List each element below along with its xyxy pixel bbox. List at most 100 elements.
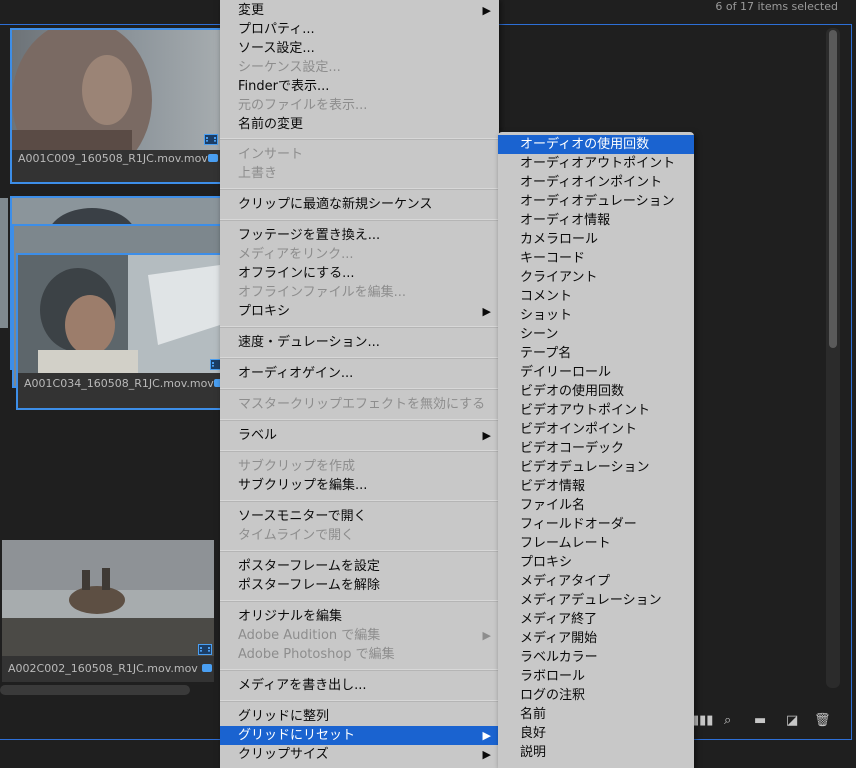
- video-clip-icon: [204, 134, 218, 145]
- submenu-item[interactable]: オーディオ情報: [498, 211, 694, 230]
- menu-item-proxy[interactable]: プロキシ ▶: [220, 302, 499, 321]
- menu-item-label: クリップサイズ: [238, 747, 329, 762]
- menu-item-open-in-source-monitor[interactable]: ソースモニターで開く: [220, 507, 499, 526]
- menu-item-modify[interactable]: 変更 ▶: [220, 1, 499, 20]
- search-icon[interactable]: ⌕: [724, 713, 731, 728]
- trash-icon[interactable]: 🗑: [814, 713, 831, 728]
- submenu-item[interactable]: カメラロール: [498, 230, 694, 249]
- clip-thumbnail-1[interactable]: A001C009_160508_R1JC.mov.mov: [10, 28, 222, 184]
- submenu-item[interactable]: ビデオデュレーション: [498, 458, 694, 477]
- menu-separator: [220, 500, 499, 502]
- clip-thumbnail-2[interactable]: A001C034_160508_R1JC.mov.mov: [16, 253, 222, 410]
- submenu-item[interactable]: ショット: [498, 306, 694, 325]
- menu-item-label: ソース設定...: [238, 41, 315, 56]
- submenu-item[interactable]: ログの注釈: [498, 686, 694, 705]
- submenu-item[interactable]: メディアデュレーション: [498, 591, 694, 610]
- clip-thumbnail-3[interactable]: A002C002_160508_R1JC.mov.mov: [2, 540, 214, 682]
- menu-item-edit-in-audition: Adobe Audition で編集 ▶: [220, 626, 499, 645]
- menu-item-reveal-original: 元のファイルを表示...: [220, 96, 499, 115]
- menu-item-make-offline[interactable]: オフラインにする...: [220, 264, 499, 283]
- submenu-item[interactable]: キーコード: [498, 249, 694, 268]
- menu-item-label: サブクリップを編集...: [238, 478, 368, 493]
- submenu-item[interactable]: オーディオアウトポイント: [498, 154, 694, 173]
- menu-item-label: 名前の変更: [238, 117, 304, 132]
- menu-item-clip-size[interactable]: クリップサイズ ▶: [220, 745, 499, 764]
- submenu-item[interactable]: ビデオアウトポイント: [498, 401, 694, 420]
- new-item-icon[interactable]: ◪: [786, 713, 798, 728]
- submenu-item[interactable]: デイリーロール: [498, 363, 694, 382]
- submenu-item[interactable]: ビデオの使用回数: [498, 382, 694, 401]
- menu-item-label: タイムラインで開く: [238, 528, 355, 543]
- menu-item-label: ソースモニターで開く: [238, 509, 367, 524]
- submenu-item[interactable]: シーン: [498, 325, 694, 344]
- menu-item-label-submenu[interactable]: ラベル ▶: [220, 426, 499, 445]
- video-clip-icon: [210, 359, 220, 370]
- menu-item-label: Finderで表示...: [238, 79, 330, 94]
- menu-item-open-in-timeline: タイムラインで開く: [220, 526, 499, 545]
- menu-item-clear-poster-frame[interactable]: ポスターフレームを解除: [220, 576, 499, 595]
- menu-item-new-sequence-from-clip[interactable]: クリップに最適な新規シーケンス: [220, 195, 499, 214]
- submenu-item[interactable]: メディアタイプ: [498, 572, 694, 591]
- list-view-icon[interactable]: ▮▮▮: [692, 713, 713, 728]
- submenu-item[interactable]: コメント: [498, 287, 694, 306]
- menu-item-align-to-grid[interactable]: グリッドに整列: [220, 707, 499, 726]
- menu-item-edit-in-photoshop: Adobe Photoshop で編集: [220, 645, 499, 664]
- submenu-item[interactable]: メディア開始: [498, 629, 694, 648]
- menu-item-label: グリッドに整列: [238, 709, 330, 724]
- submenu-item[interactable]: オーディオの使用回数: [498, 135, 694, 154]
- menu-item-properties[interactable]: プロパティ...: [220, 20, 499, 39]
- submenu-arrow-icon: ▶: [482, 729, 491, 742]
- menu-item-set-poster-frame[interactable]: ポスターフレームを設定: [220, 557, 499, 576]
- menu-item-reveal-in-finder[interactable]: Finderで表示...: [220, 77, 499, 96]
- menu-item-export-media[interactable]: メディアを書き出し...: [220, 676, 499, 695]
- submenu-item[interactable]: フレームレート: [498, 534, 694, 553]
- submenu-item[interactable]: ラベルカラー: [498, 648, 694, 667]
- menu-item-insert: インサート: [220, 145, 499, 164]
- menu-item-link-media: メディアをリンク...: [220, 245, 499, 264]
- submenu-item[interactable]: フィールドオーダー: [498, 515, 694, 534]
- submenu-arrow-icon: ▶: [482, 305, 491, 318]
- clip-preview-image: [2, 540, 214, 656]
- submenu-item[interactable]: メディア終了: [498, 610, 694, 629]
- menu-item-label: プロパティ...: [238, 22, 315, 37]
- submenu-item[interactable]: ビデオコーデック: [498, 439, 694, 458]
- submenu-item[interactable]: ファイル名: [498, 496, 694, 515]
- submenu-item[interactable]: 良好: [498, 724, 694, 743]
- menu-item-replace-footage[interactable]: フッテージを置き換え...: [220, 226, 499, 245]
- clip-thumbnail-partial[interactable]: [0, 198, 8, 328]
- submenu-item[interactable]: テープ名: [498, 344, 694, 363]
- folder-icon[interactable]: ▬: [754, 713, 766, 728]
- clip-name: A001C009_160508_R1JC.mov.mov: [18, 152, 208, 165]
- menu-item-edit-original[interactable]: オリジナルを編集: [220, 607, 499, 626]
- clip-preview-image: [18, 255, 220, 380]
- menu-item-label: ポスターフレームを設定: [238, 559, 380, 574]
- clip-badge-icon: [208, 154, 218, 162]
- submenu-arrow-icon: ▶: [482, 429, 491, 442]
- menu-item-speed-duration[interactable]: 速度・デュレーション...: [220, 333, 499, 352]
- menu-item-label: Adobe Photoshop で編集: [238, 647, 395, 662]
- submenu-arrow-icon: ▶: [482, 748, 491, 761]
- submenu-item[interactable]: オーディオデュレーション: [498, 192, 694, 211]
- submenu-item[interactable]: プロキシ: [498, 553, 694, 572]
- menu-item-audio-gain[interactable]: オーディオゲイン...: [220, 364, 499, 383]
- submenu-item[interactable]: 名前: [498, 705, 694, 724]
- menu-item-label: シーケンス設定...: [238, 60, 341, 75]
- submenu-item[interactable]: オーディオインポイント: [498, 173, 694, 192]
- menu-item-edit-subclip[interactable]: サブクリップを編集...: [220, 476, 499, 495]
- submenu-item[interactable]: ラボロール: [498, 667, 694, 686]
- menu-item-label: オーディオゲイン...: [238, 366, 354, 381]
- menu-item-source-settings[interactable]: ソース設定...: [220, 39, 499, 58]
- clip-preview-image: [0, 198, 8, 328]
- submenu-item[interactable]: クライアント: [498, 268, 694, 287]
- menu-separator: [220, 326, 499, 328]
- menu-item-reset-to-grid[interactable]: グリッドにリセット ▶: [220, 726, 499, 745]
- scrollbar-thumb[interactable]: [829, 30, 837, 348]
- submenu-item[interactable]: 説明: [498, 743, 694, 762]
- menu-item-disable-master-clip-effects: マスタークリップエフェクトを無効にする: [220, 395, 499, 414]
- menu-separator: [220, 419, 499, 421]
- submenu-item[interactable]: ビデオ情報: [498, 477, 694, 496]
- clip-name: A002C002_160508_R1JC.mov.mov: [8, 662, 198, 675]
- horizontal-scrollbar[interactable]: [0, 685, 190, 695]
- submenu-item[interactable]: ビデオインポイント: [498, 420, 694, 439]
- menu-item-rename[interactable]: 名前の変更: [220, 115, 499, 134]
